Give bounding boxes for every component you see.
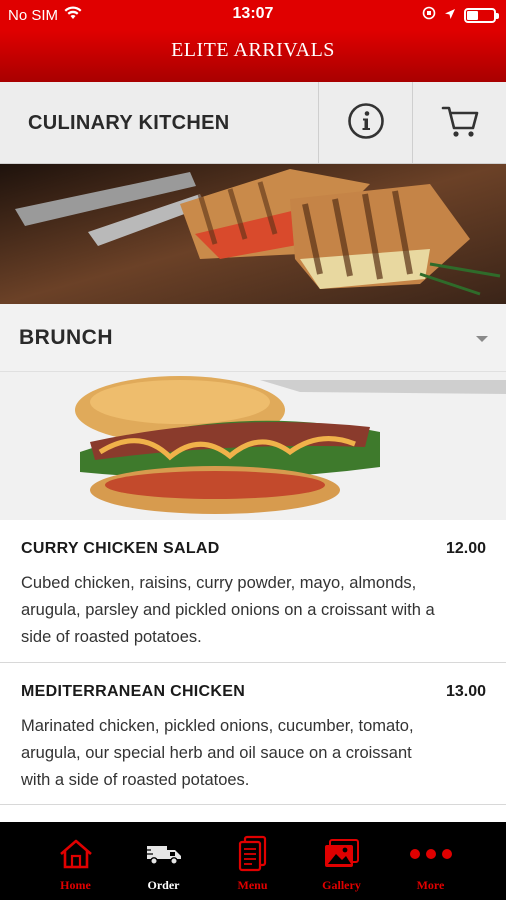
- menu-document-icon: [237, 835, 269, 878]
- tab-menu[interactable]: Menu: [202, 822, 303, 900]
- tab-label: More: [416, 878, 445, 892]
- truck-icon: [144, 842, 183, 871]
- app-title: ELITE ARRIVALS: [171, 39, 335, 61]
- menu-item[interactable]: MEDITERRANEAN CHICKEN 13.00 Marinated ch…: [0, 663, 506, 805]
- app-header: ELITE ARRIVALS: [0, 30, 506, 82]
- tab-label: Order: [147, 878, 180, 892]
- menu-item-price: 12.00: [445, 540, 486, 557]
- tab-home[interactable]: Home: [25, 822, 126, 900]
- menu-item-partial: [0, 805, 506, 822]
- tab-more[interactable]: More: [380, 822, 481, 900]
- menu-item-name: MEDITERRANEAN CHICKEN: [21, 683, 246, 700]
- tab-label: Gallery: [322, 878, 361, 892]
- tab-gallery[interactable]: Gallery: [291, 822, 392, 900]
- tab-label: Menu: [237, 878, 268, 892]
- home-icon: [58, 838, 94, 875]
- tab-order[interactable]: Order: [113, 822, 214, 900]
- menu-item-description: Marinated chicken, pickled onions, cucum…: [21, 717, 414, 789]
- more-dots-icon: [409, 847, 453, 865]
- cart-button[interactable]: [413, 82, 506, 164]
- restaurant-bar: CULINARY KITCHEN: [0, 82, 506, 164]
- restaurant-name: CULINARY KITCHEN: [28, 112, 230, 134]
- menu-item-description: Cubed chicken, raisins, curry powder, ma…: [21, 574, 435, 646]
- status-bar: No SIM 13:07: [0, 0, 506, 30]
- location-icon: [444, 7, 456, 24]
- info-button[interactable]: [319, 82, 412, 164]
- menu-item[interactable]: CURRY CHICKEN SALAD 12.00 Cubed chicken,…: [0, 520, 506, 663]
- menu-item-price: 13.00: [445, 683, 486, 700]
- gallery-icon: [323, 838, 361, 875]
- orientation-lock-icon: [422, 6, 436, 24]
- cart-icon: [440, 103, 480, 144]
- info-icon: [347, 102, 385, 145]
- restaurant-banner-image: [0, 164, 506, 304]
- category-food-image: [0, 372, 506, 520]
- bottom-tab-bar: Home Order Menu Gallery More: [0, 822, 506, 900]
- tab-label: Home: [60, 878, 91, 892]
- chevron-down-icon: [476, 336, 488, 342]
- category-selected-label: BRUNCH: [19, 326, 113, 349]
- battery-icon: [464, 7, 499, 23]
- category-dropdown[interactable]: BRUNCH: [0, 304, 506, 372]
- menu-item-name: CURRY CHICKEN SALAD: [21, 540, 220, 557]
